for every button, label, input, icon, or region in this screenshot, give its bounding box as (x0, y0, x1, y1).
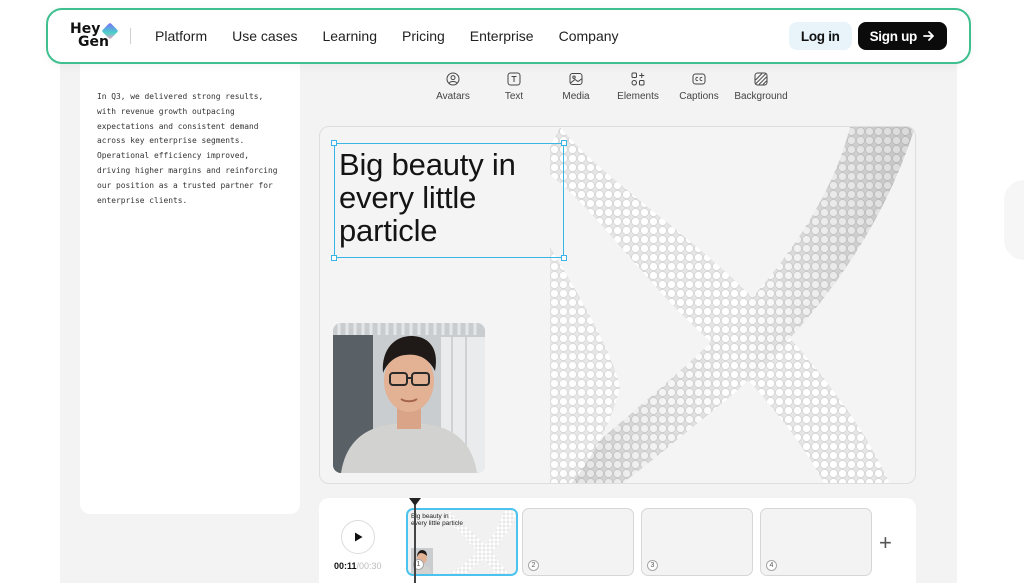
tool-elements[interactable]: Elements (610, 72, 666, 106)
arrow-right-icon (923, 31, 934, 41)
scene-number-badge: 4 (766, 560, 777, 571)
timecode: 00:11/00:30 (334, 561, 382, 571)
tool-text[interactable]: Text (486, 72, 542, 106)
scene-title: Big beauty in every little particle (411, 513, 464, 527)
scene-thumbnail-1[interactable]: Big beauty in every little particle 1 (406, 508, 518, 576)
video-canvas[interactable]: Big beauty in every little particle (319, 126, 916, 484)
top-navbar: Hey Gen Platform Use cases Learning Pric… (46, 8, 971, 64)
avatar-video[interactable] (333, 323, 485, 473)
captions-icon (692, 73, 706, 85)
script-panel[interactable]: In Q3, we delivered strong results, with… (80, 64, 300, 514)
nav-divider (130, 28, 131, 44)
resize-handle-bottom-right[interactable] (561, 255, 567, 261)
scene-number-badge: 3 (647, 560, 658, 571)
tool-background[interactable]: Background (732, 72, 790, 106)
nav-link-learning[interactable]: Learning (322, 28, 377, 44)
headline-text[interactable]: Big beauty in every little particle (339, 148, 559, 247)
particle-twist-background (550, 127, 915, 483)
total-time: /00:30 (356, 561, 382, 571)
tool-label: Background (734, 91, 788, 102)
current-time: 00:11 (334, 561, 357, 571)
avatar-icon (446, 72, 460, 86)
side-decoration (1004, 180, 1024, 260)
tool-label: Elements (617, 91, 659, 102)
nav-link-company[interactable]: Company (559, 28, 619, 44)
text-icon (507, 72, 521, 86)
script-text[interactable]: In Q3, we delivered strong results, with… (97, 90, 287, 208)
headline-text-box[interactable]: Big beauty in every little particle (331, 140, 567, 261)
signup-button[interactable]: Sign up (857, 22, 947, 50)
tool-media[interactable]: Media (542, 72, 610, 106)
resize-handle-bottom-left[interactable] (331, 255, 337, 261)
scene-thumbnail-3[interactable]: 3 (641, 508, 753, 576)
scene-number-badge: 2 (528, 560, 539, 571)
tool-label: Media (562, 91, 590, 102)
login-button[interactable]: Log in (788, 22, 852, 50)
nav-link-pricing[interactable]: Pricing (402, 28, 445, 44)
tool-captions[interactable]: Captions (666, 72, 732, 106)
tool-label: Avatars (436, 91, 470, 102)
timeline-panel: 00:11/00:30 Big beauty in every little p… (319, 498, 916, 583)
tool-avatars[interactable]: Avatars (420, 72, 486, 106)
nav-link-platform[interactable]: Platform (155, 28, 207, 44)
presenter-avatar-image (333, 323, 485, 473)
editor-toolbar: Avatars Text Media Elements Captions Bac… (420, 72, 790, 106)
background-icon (754, 72, 768, 86)
media-icon (569, 73, 583, 85)
scene-thumbnail-2[interactable]: 2 (522, 508, 634, 576)
add-scene-button[interactable]: + (879, 530, 892, 556)
tool-label: Captions (679, 91, 719, 102)
scene-thumbnail-4[interactable]: 4 (760, 508, 872, 576)
nav-links: Platform Use cases Learning Pricing Ente… (155, 28, 644, 44)
signup-label: Sign up (869, 28, 918, 44)
play-button[interactable] (341, 520, 375, 554)
heygen-logo[interactable]: Hey Gen (70, 22, 119, 49)
play-icon (355, 532, 363, 542)
playhead-line[interactable] (414, 505, 416, 583)
nav-link-use-cases[interactable]: Use cases (232, 28, 297, 44)
resize-handle-top-left[interactable] (331, 140, 337, 146)
elements-icon (631, 72, 645, 86)
tool-label: Text (504, 91, 524, 102)
resize-handle-top-right[interactable] (561, 140, 567, 146)
nav-link-enterprise[interactable]: Enterprise (470, 28, 534, 44)
